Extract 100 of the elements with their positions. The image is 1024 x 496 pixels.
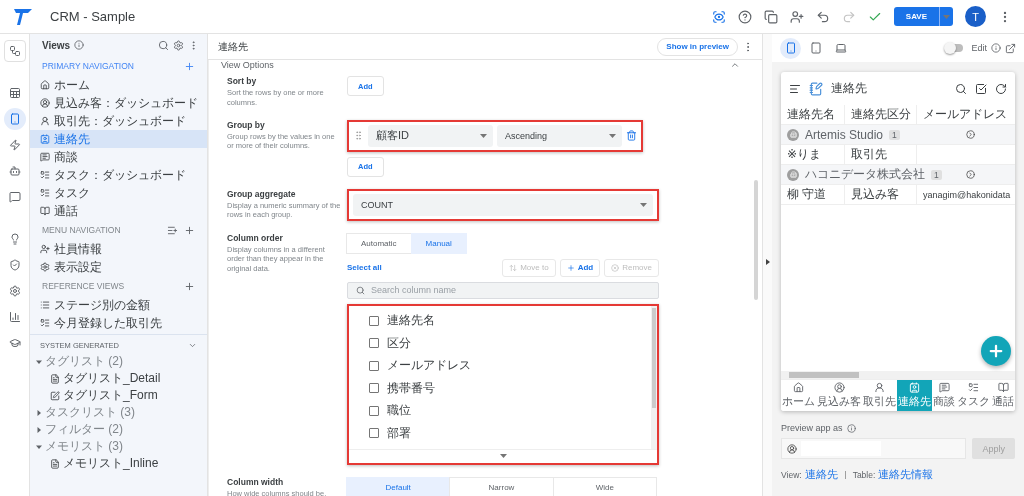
nav-item[interactable]: 見込み客：ダッシュボード bbox=[30, 94, 207, 112]
add-icon[interactable] bbox=[184, 224, 195, 236]
copy-icon[interactable] bbox=[763, 9, 778, 24]
tree-item[interactable]: タスクリスト (3) bbox=[30, 404, 207, 421]
bottom-nav-tab[interactable]: 取引先 bbox=[862, 380, 897, 411]
external-link-icon[interactable] bbox=[1005, 42, 1016, 54]
table-link[interactable]: 連絡先情報 bbox=[878, 467, 934, 482]
mode-tab[interactable]: Automatic bbox=[346, 232, 412, 254]
column-checkbox[interactable]: メールアドレス bbox=[369, 354, 651, 377]
refresh-icon[interactable] bbox=[995, 82, 1007, 95]
column-checkbox[interactable]: 職位 bbox=[369, 399, 651, 422]
aggregate-select[interactable]: COUNT bbox=[353, 193, 653, 216]
width-option[interactable]: Default bbox=[346, 476, 451, 496]
add-fab[interactable] bbox=[981, 336, 1011, 366]
column-select[interactable]: 顧客ID bbox=[368, 124, 493, 147]
select-all-link[interactable]: Select all bbox=[347, 263, 499, 272]
tree-item[interactable]: タグリスト_Form bbox=[30, 387, 207, 404]
menu-icon[interactable] bbox=[789, 82, 801, 95]
bottom-nav-tab[interactable]: タスク bbox=[956, 380, 991, 411]
sort-arrows-icon bbox=[509, 263, 518, 272]
column-checkbox[interactable]: 区分 bbox=[369, 332, 651, 355]
tree-item[interactable]: メモリスト (3) bbox=[30, 438, 207, 455]
column-checkbox[interactable]: 部署 bbox=[369, 422, 651, 445]
scroll-down-icon bbox=[499, 454, 507, 458]
bottom-nav-tab[interactable]: 見込み客 bbox=[816, 380, 862, 411]
expand-icon[interactable] bbox=[966, 170, 975, 179]
width-option[interactable]: Wide bbox=[552, 476, 657, 496]
scrollbar[interactable] bbox=[754, 180, 758, 300]
nav-item[interactable]: ホーム bbox=[30, 76, 207, 94]
column-checkbox[interactable]: 連絡先名 bbox=[369, 309, 651, 332]
add-icon[interactable] bbox=[184, 280, 195, 292]
column-header: 連絡先名 bbox=[781, 105, 845, 124]
expand-icon[interactable] bbox=[966, 130, 975, 139]
save-button[interactable]: SAVE bbox=[893, 7, 939, 26]
settings-icon[interactable] bbox=[173, 39, 184, 51]
search-input[interactable]: Search column name bbox=[371, 282, 650, 298]
nav-item[interactable]: 今月登録した取引先 bbox=[30, 314, 207, 332]
phone-icon[interactable] bbox=[780, 37, 801, 59]
nav-item[interactable]: 通話 bbox=[30, 202, 207, 220]
bottom-nav-tab[interactable]: ホーム bbox=[781, 380, 816, 411]
tree-item[interactable]: タグリスト_Detail bbox=[30, 370, 207, 387]
bottom-nav-tab[interactable]: 通話 bbox=[991, 380, 1015, 411]
caret-icon[interactable] bbox=[36, 409, 42, 416]
book-icon bbox=[40, 206, 50, 216]
expand-panel-icon[interactable] bbox=[765, 259, 770, 265]
phone-icon[interactable] bbox=[3, 108, 26, 130]
search-icon[interactable] bbox=[955, 82, 967, 95]
tree-item[interactable]: メモリスト_Inline bbox=[30, 455, 207, 472]
nav-item[interactable]: ステージ別の金額 bbox=[30, 296, 207, 314]
add-icon[interactable] bbox=[184, 60, 195, 72]
delete-icon[interactable] bbox=[626, 130, 637, 141]
nav-item[interactable]: タスク：ダッシュボード bbox=[30, 166, 207, 184]
user-avatar[interactable]: T bbox=[965, 6, 986, 27]
checkbox-icon[interactable] bbox=[975, 82, 987, 95]
nav-item[interactable]: 社員情報 bbox=[30, 240, 207, 258]
help-icon[interactable] bbox=[737, 9, 752, 24]
search-icon[interactable] bbox=[158, 39, 169, 51]
caret-icon[interactable] bbox=[36, 426, 42, 433]
caret-icon[interactable] bbox=[36, 358, 42, 365]
show-in-preview-button[interactable]: Show in preview bbox=[657, 37, 738, 56]
order-select[interactable]: Ascending bbox=[497, 124, 622, 147]
info-icon bbox=[846, 423, 856, 433]
preview-icon[interactable] bbox=[711, 9, 726, 24]
tree-item[interactable]: フィルター (2) bbox=[30, 421, 207, 438]
info-icon bbox=[74, 40, 85, 50]
nav-item[interactable]: 表示設定 bbox=[30, 258, 207, 276]
width-option[interactable]: Narrow bbox=[449, 476, 554, 496]
action-button[interactable]: Add bbox=[559, 258, 601, 277]
nav-item[interactable]: 連絡先 bbox=[30, 130, 207, 148]
group-label: Artemis Studio bbox=[805, 127, 884, 142]
save-menu-button[interactable] bbox=[939, 7, 953, 26]
home-icon bbox=[793, 382, 804, 393]
undo-icon[interactable] bbox=[815, 9, 830, 24]
views-title: Views bbox=[42, 39, 71, 51]
view-link[interactable]: 連絡先 bbox=[804, 467, 838, 482]
drag-handle-icon[interactable] bbox=[353, 130, 364, 141]
user-field[interactable] bbox=[781, 438, 967, 459]
edit-toggle[interactable] bbox=[945, 44, 964, 52]
nav-item[interactable]: タスク bbox=[30, 184, 207, 202]
search-field[interactable]: Search column name bbox=[347, 281, 659, 299]
bottom-nav-tab[interactable]: 商談 bbox=[932, 380, 956, 411]
horizontal-scrollbar[interactable] bbox=[781, 371, 1015, 379]
option-label: Group by bbox=[227, 119, 266, 130]
column-checkbox[interactable]: 携帯番号 bbox=[369, 377, 651, 400]
nav-item[interactable]: 取引先：ダッシュボード bbox=[30, 112, 207, 130]
add-person-icon[interactable] bbox=[789, 9, 804, 24]
mode-tab[interactable]: Manual bbox=[410, 232, 467, 254]
contact-card-icon bbox=[40, 134, 50, 144]
app-logo bbox=[14, 8, 32, 25]
tree-item[interactable]: タグリスト (2) bbox=[30, 353, 207, 370]
checklist-icon bbox=[968, 382, 979, 393]
list-icon bbox=[40, 300, 50, 310]
list-plus-icon[interactable] bbox=[167, 224, 178, 236]
nav-item[interactable]: 商談 bbox=[30, 148, 207, 166]
count-badge: 1 bbox=[889, 129, 900, 140]
workflow-icon[interactable] bbox=[3, 40, 26, 62]
caret-icon[interactable] bbox=[36, 443, 42, 450]
dropdown-caret-icon bbox=[609, 133, 616, 138]
collapse-icon[interactable] bbox=[730, 60, 740, 70]
settings-icon bbox=[40, 262, 50, 272]
